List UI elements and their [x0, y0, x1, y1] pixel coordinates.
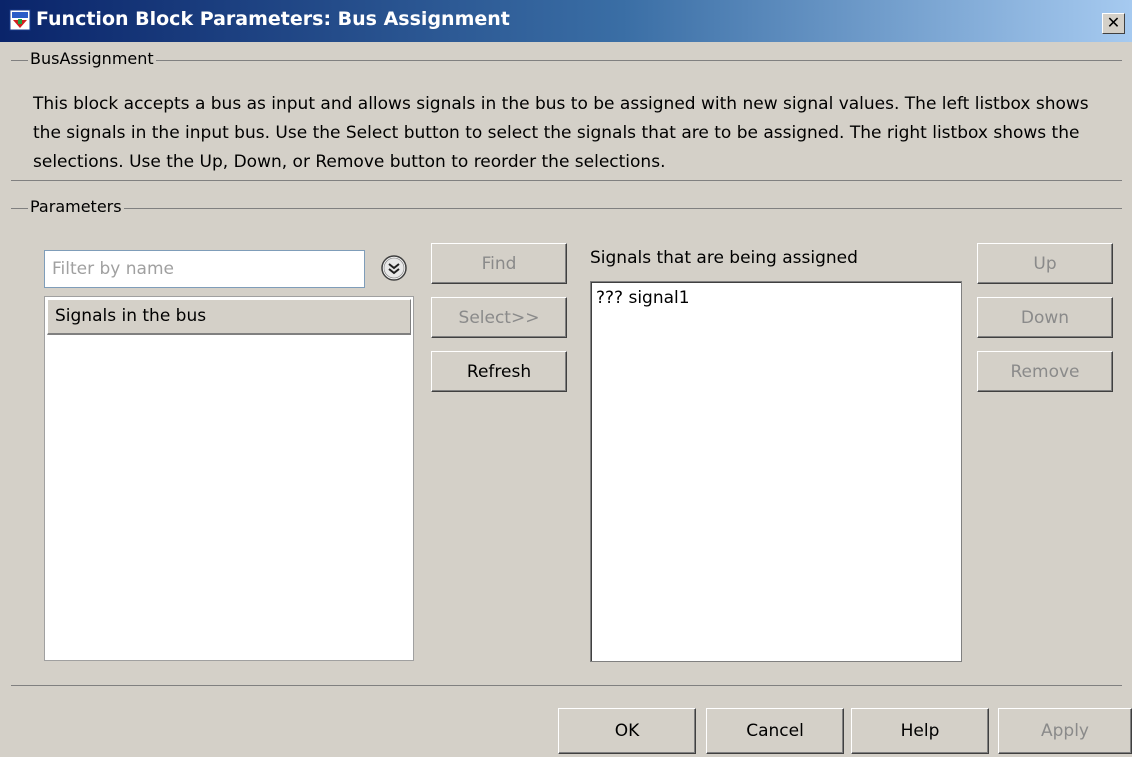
find-button[interactable]: Find: [431, 243, 567, 284]
select-button[interactable]: Select>>: [431, 297, 567, 338]
bus-signals-header: Signals in the bus: [47, 299, 411, 335]
apply-button[interactable]: Apply: [998, 708, 1132, 754]
down-button[interactable]: Down: [977, 297, 1113, 338]
cancel-button[interactable]: Cancel: [706, 708, 844, 754]
remove-button[interactable]: Remove: [977, 351, 1113, 392]
window-title: Function Block Parameters: Bus Assignmen…: [36, 8, 510, 30]
bus-signals-listbox[interactable]: Signals in the bus: [44, 296, 414, 661]
simulink-block-icon: [9, 9, 31, 31]
assigned-signals-label: Signals that are being assigned: [590, 248, 858, 268]
title-bar: Function Block Parameters: Bus Assignmen…: [0, 0, 1132, 42]
ok-button[interactable]: OK: [558, 708, 696, 754]
assigned-signal-item[interactable]: ??? signal1: [596, 288, 690, 308]
assigned-signals-listbox[interactable]: ??? signal1: [590, 281, 962, 662]
bus-assignment-group-label: BusAssignment: [28, 49, 156, 68]
parameters-group-label: Parameters: [28, 197, 124, 216]
double-chevron-down-icon[interactable]: [380, 254, 408, 282]
help-button[interactable]: Help: [851, 708, 989, 754]
refresh-button[interactable]: Refresh: [431, 351, 567, 392]
up-button[interactable]: Up: [977, 243, 1113, 284]
block-description: This block accepts a bus as input and al…: [33, 94, 1089, 172]
close-icon: ✕: [1106, 13, 1121, 32]
filter-input[interactable]: [44, 250, 365, 288]
close-button[interactable]: ✕: [1102, 13, 1125, 34]
